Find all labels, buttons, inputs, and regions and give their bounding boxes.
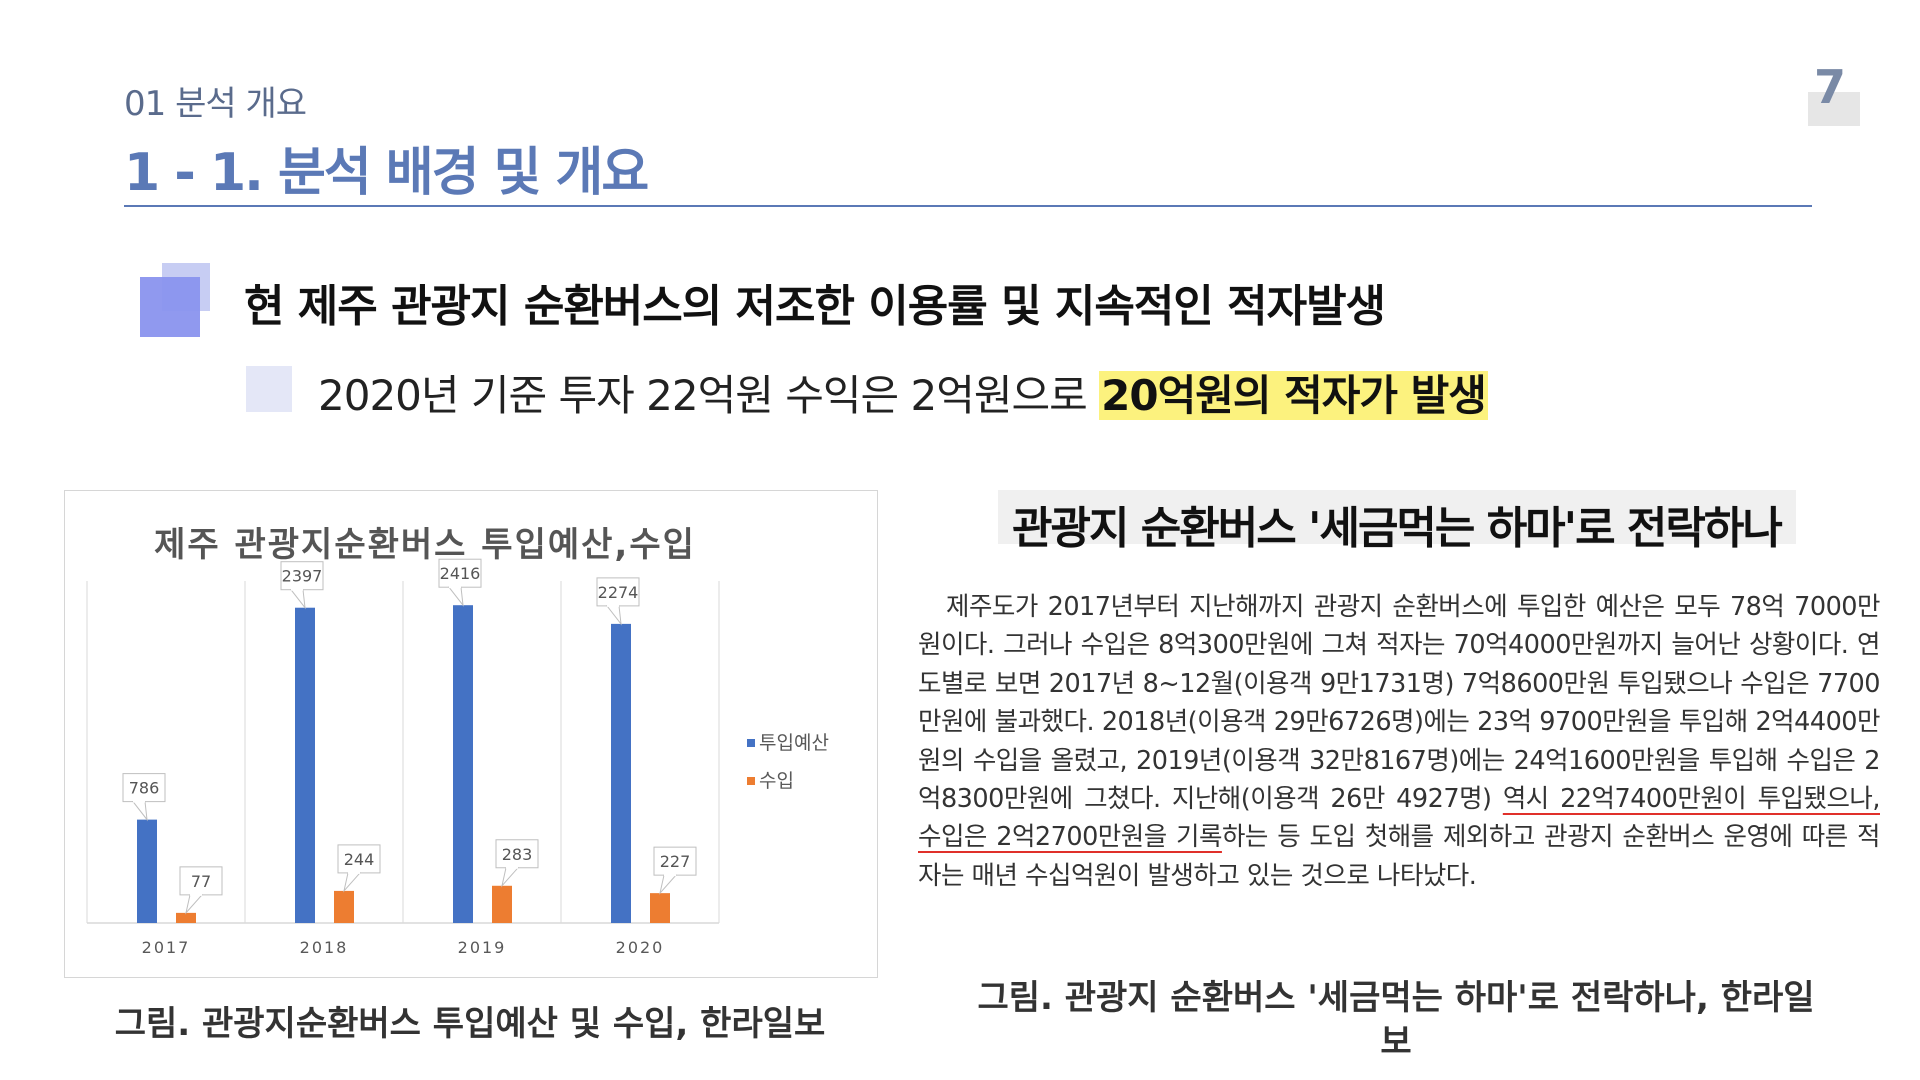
data-label: 244 (344, 850, 375, 869)
section-label: 01 분석 개요 (124, 84, 307, 124)
data-label-pointer (501, 867, 520, 888)
subpoint-text: 2020년 기준 투자 22억원 수익은 2억원으로 (318, 371, 1100, 420)
page-title: 1 - 1. 분석 배경 및 개요 (124, 143, 649, 203)
legend-label: 투입예산 (759, 732, 829, 754)
subpoint: 2020년 기준 투자 22억원 수익은 2억원으로 20억원의 적자가 발생 (318, 362, 1488, 423)
bar-revenue (650, 893, 670, 923)
subpoint-highlight: 20억원의 적자가 발생 (1099, 371, 1488, 420)
headline: 현 제주 관광지 순환버스의 저조한 이용률 및 지속적인 적자발생 (244, 281, 1386, 332)
data-label-pointer (131, 801, 148, 822)
title-divider (124, 205, 1812, 207)
data-label: 2416 (440, 564, 481, 583)
data-label-pointer (659, 874, 678, 895)
data-label-pointer (289, 589, 306, 610)
data-label-pointer (343, 872, 362, 893)
bar-revenue (492, 885, 512, 923)
news-title: 관광지 순환버스 '세금먹는 하마'로 전락하나 (1012, 503, 1783, 554)
x-tick-label: 2018 (300, 938, 349, 957)
data-label: 2274 (598, 583, 639, 602)
news-caption: 그림. 관광지 순환버스 '세금먹는 하마'로 전락하나, 한라일보 (977, 978, 1815, 1062)
data-label: 2397 (282, 567, 323, 586)
legend-swatch (747, 777, 755, 785)
x-tick-label: 2019 (458, 938, 507, 957)
page-number-text: 7 (1813, 60, 1846, 114)
headline-bullet-icon (140, 263, 212, 337)
data-label: 786 (129, 779, 160, 798)
data-label: 227 (660, 852, 691, 871)
data-label: 77 (191, 872, 211, 891)
data-label-pointer (447, 586, 464, 607)
news-body: 제주도가 2017년부터 지난해까지 관광지 순환버스에 투입한 예산은 모두 … (918, 588, 1881, 895)
bar-budget (611, 623, 631, 923)
bar-revenue (334, 890, 354, 923)
bar-chart: 786 77 2017 2397 244 2018 2416 283 2019 2274 227 20… (86, 558, 829, 957)
bar-budget (295, 607, 315, 923)
bar-revenue (176, 912, 196, 923)
page-number: 7 (1808, 60, 1860, 126)
x-tick-label: 2020 (616, 938, 665, 957)
chart-caption: 그림. 관광지순환버스 투입예산 및 수입, 한라일보 (114, 1004, 826, 1044)
chart-container: 제주 관광지순환버스 투입예산,수입 786 77 2017 2397 244 2018 2… (64, 490, 878, 978)
data-label-pointer (185, 894, 204, 915)
subpoint-bullet-icon (246, 366, 292, 412)
bar-budget (137, 819, 157, 923)
bar-budget (453, 605, 473, 923)
data-label: 283 (502, 845, 533, 864)
x-tick-label: 2017 (142, 938, 191, 957)
data-label-pointer (605, 605, 622, 626)
news-body-text: 제주도가 2017년부터 지난해까지 관광지 순환버스에 투입한 예산은 모두 … (918, 592, 1881, 815)
legend-label: 수입 (759, 770, 794, 792)
legend-swatch (747, 739, 755, 747)
